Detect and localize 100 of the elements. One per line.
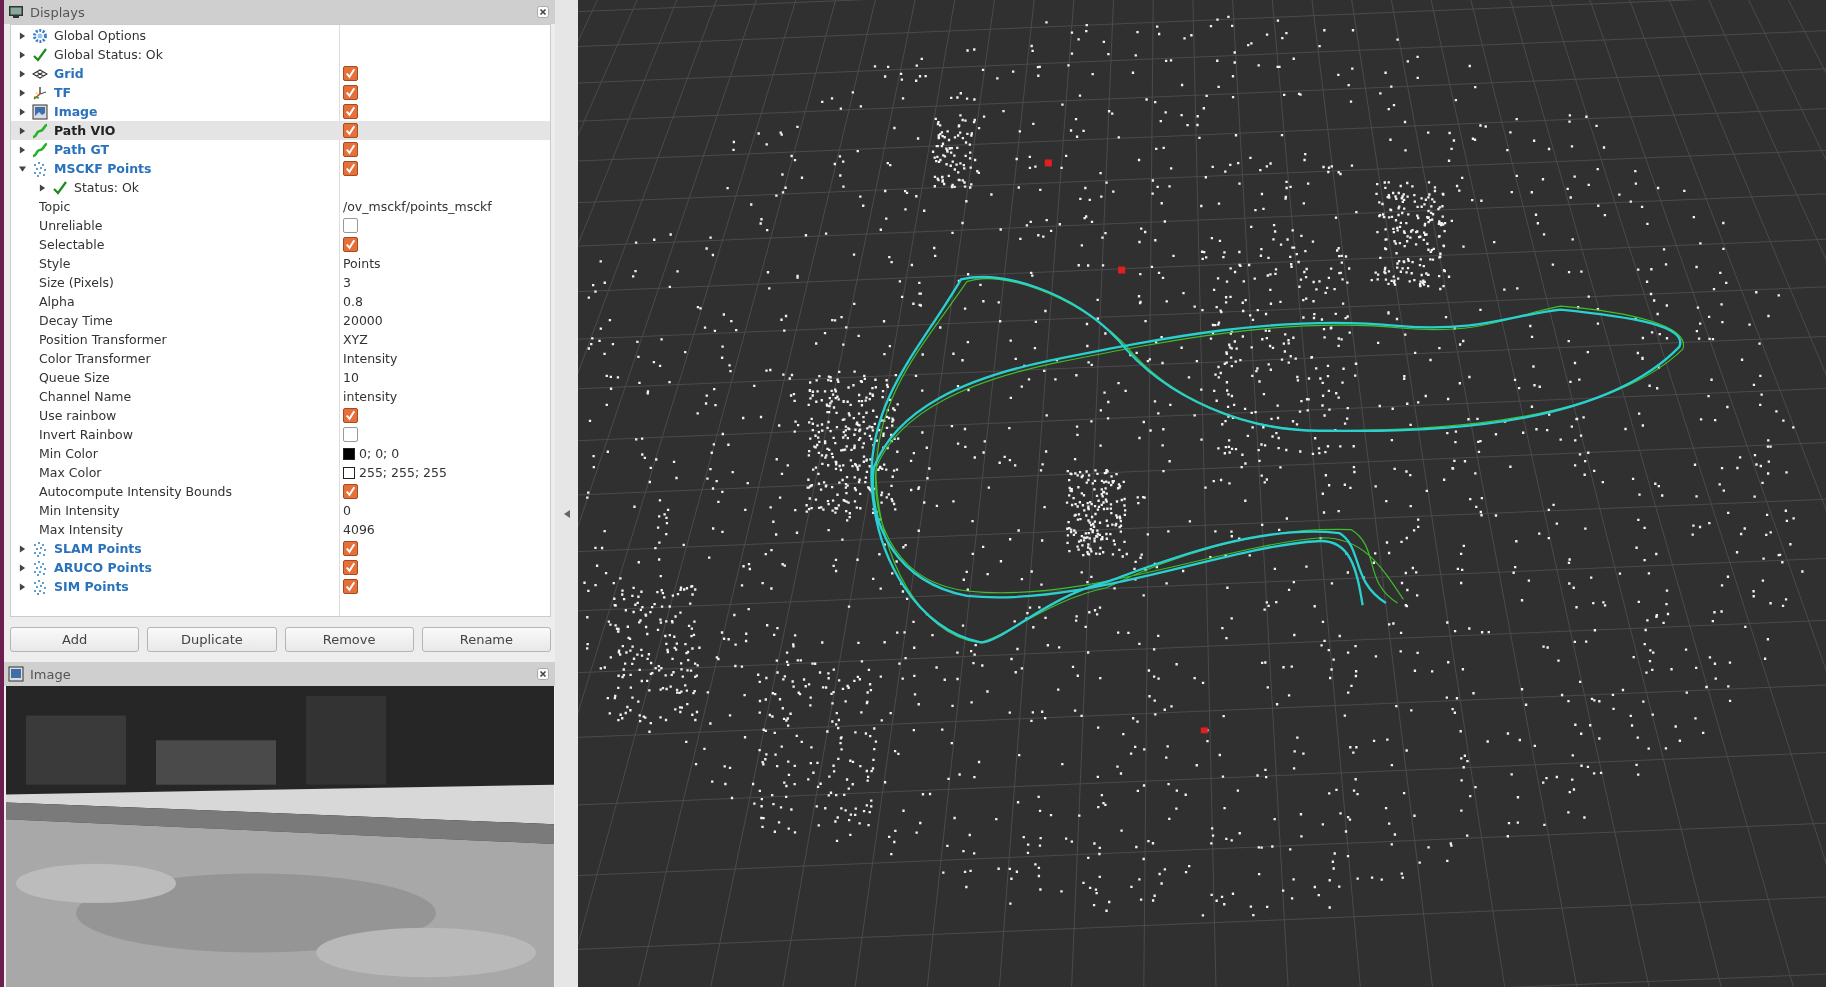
property-value: 10 [343,370,359,385]
display-row[interactable]: Max Intensity 4096 [11,520,550,539]
collapse-icon[interactable] [563,509,570,518]
display-row[interactable]: Alpha 0.8 [11,292,550,311]
display-row[interactable]: Unreliable [11,216,550,235]
property-value: 0 [343,503,351,518]
display-name: Invert Rainbow [39,427,133,442]
panel-button[interactable]: Duplicate [147,627,277,652]
display-row[interactable]: Invert Rainbow [11,425,550,444]
checkbox[interactable] [343,560,358,575]
display-name: Min Color [39,446,98,461]
checkbox[interactable] [343,104,358,119]
expand-arrow-icon[interactable] [19,126,26,135]
checkbox[interactable] [343,66,358,81]
display-name: Max Color [39,465,102,480]
checkbox[interactable] [343,484,358,499]
checkbox[interactable] [343,237,358,252]
display-name: SLAM Points [54,541,142,556]
axes-icon [32,84,48,101]
display-row[interactable]: Min Color 0; 0; 0 [11,444,550,463]
checkbox[interactable] [343,579,358,594]
display-row[interactable]: Selectable [11,235,550,254]
display-name: Style [39,256,71,271]
checkbox[interactable] [343,427,358,442]
display-row[interactable]: Status: Ok [11,178,550,197]
expand-arrow-icon[interactable] [19,582,26,591]
display-row[interactable]: Global Options [11,26,550,45]
display-row[interactable]: Max Color 255; 255; 255 [11,463,550,482]
display-row[interactable]: Grid [11,64,550,83]
display-row[interactable]: MSCKF Points [11,159,550,178]
display-name: Size (Pixels) [39,275,114,290]
display-name: Image [54,104,98,119]
display-row[interactable]: SIM Points [11,577,550,596]
points-icon [32,578,48,595]
checkbox[interactable] [343,541,358,556]
property-value: 4096 [343,522,375,537]
display-row[interactable]: Use rainbow [11,406,550,425]
expand-arrow-icon[interactable] [19,50,26,59]
checkbox[interactable] [343,142,358,157]
close-button[interactable] [537,668,549,680]
display-row[interactable]: Decay Time 20000 [11,311,550,330]
curve-icon [32,141,48,158]
gear-icon [32,27,48,44]
display-name: Path GT [54,142,110,157]
panel-title: Displays [30,4,86,20]
display-row[interactable]: Position Transformer XYZ [11,330,550,349]
display-name: Use rainbow [39,408,117,423]
property-value: Intensity [343,351,398,366]
expand-arrow-icon[interactable] [19,31,26,40]
panel-button[interactable]: Add [10,627,140,652]
display-row[interactable]: TF [11,83,550,102]
panel-button[interactable]: Rename [421,627,551,652]
display-name: Alpha [39,294,75,309]
display-name: Channel Name [39,389,132,404]
expand-arrow-icon[interactable] [19,107,26,116]
checkbox[interactable] [343,218,358,233]
property-value: 3 [343,275,351,290]
display-row[interactable]: Channel Name intensity [11,387,550,406]
display-row[interactable]: Autocompute Intensity Bounds [11,482,550,501]
display-row[interactable]: Image [11,102,550,121]
expand-arrow-icon[interactable] [39,183,46,192]
display-row[interactable]: ARUCO Points [11,558,550,577]
display-row[interactable]: SLAM Points [11,539,550,558]
display-row[interactable]: Color Transformer Intensity [11,349,550,368]
expand-arrow-icon[interactable] [19,88,26,97]
marker-icon [1044,159,1052,167]
display-name: Autocompute Intensity Bounds [39,484,233,499]
panel-button[interactable]: Remove [284,627,414,652]
close-button[interactable] [537,6,549,18]
expand-arrow-icon[interactable] [19,563,26,572]
display-name: Status: Ok [74,180,140,195]
expand-arrow-icon[interactable] [19,69,26,78]
display-row[interactable]: Path VIO [11,121,550,140]
expand-arrow-icon[interactable] [19,145,26,154]
image-icon [8,666,24,682]
marker-icon [1118,266,1126,274]
display-row[interactable]: Global Status: Ok [11,45,550,64]
expand-arrow-icon[interactable] [19,544,26,553]
display-row[interactable]: Size (Pixels) 3 [11,273,550,292]
collapse-arrow-icon[interactable] [19,164,26,173]
check-mark-icon [52,179,68,196]
display-name: Unreliable [39,218,103,233]
display-row[interactable]: Queue Size 10 [11,368,550,387]
property-value: /ov_msckf/points_msckf [343,199,492,214]
points-icon [32,160,48,177]
checkbox[interactable] [343,408,358,423]
panel-title: Image [30,666,72,682]
display-name: Max Intensity [39,522,124,537]
display-name: Queue Size [39,370,110,385]
property-value: 255; 255; 255 [359,465,447,480]
check-mark-icon [32,46,48,63]
image-icon [32,103,48,120]
display-row[interactable]: Path GT [11,140,550,159]
checkbox[interactable] [343,161,358,176]
checkbox[interactable] [343,123,358,138]
display-row[interactable]: Topic /ov_msckf/points_msckf [11,197,550,216]
property-value: XYZ [343,332,368,347]
checkbox[interactable] [343,85,358,100]
display-row[interactable]: Min Intensity 0 [11,501,550,520]
display-row[interactable]: Style Points [11,254,550,273]
